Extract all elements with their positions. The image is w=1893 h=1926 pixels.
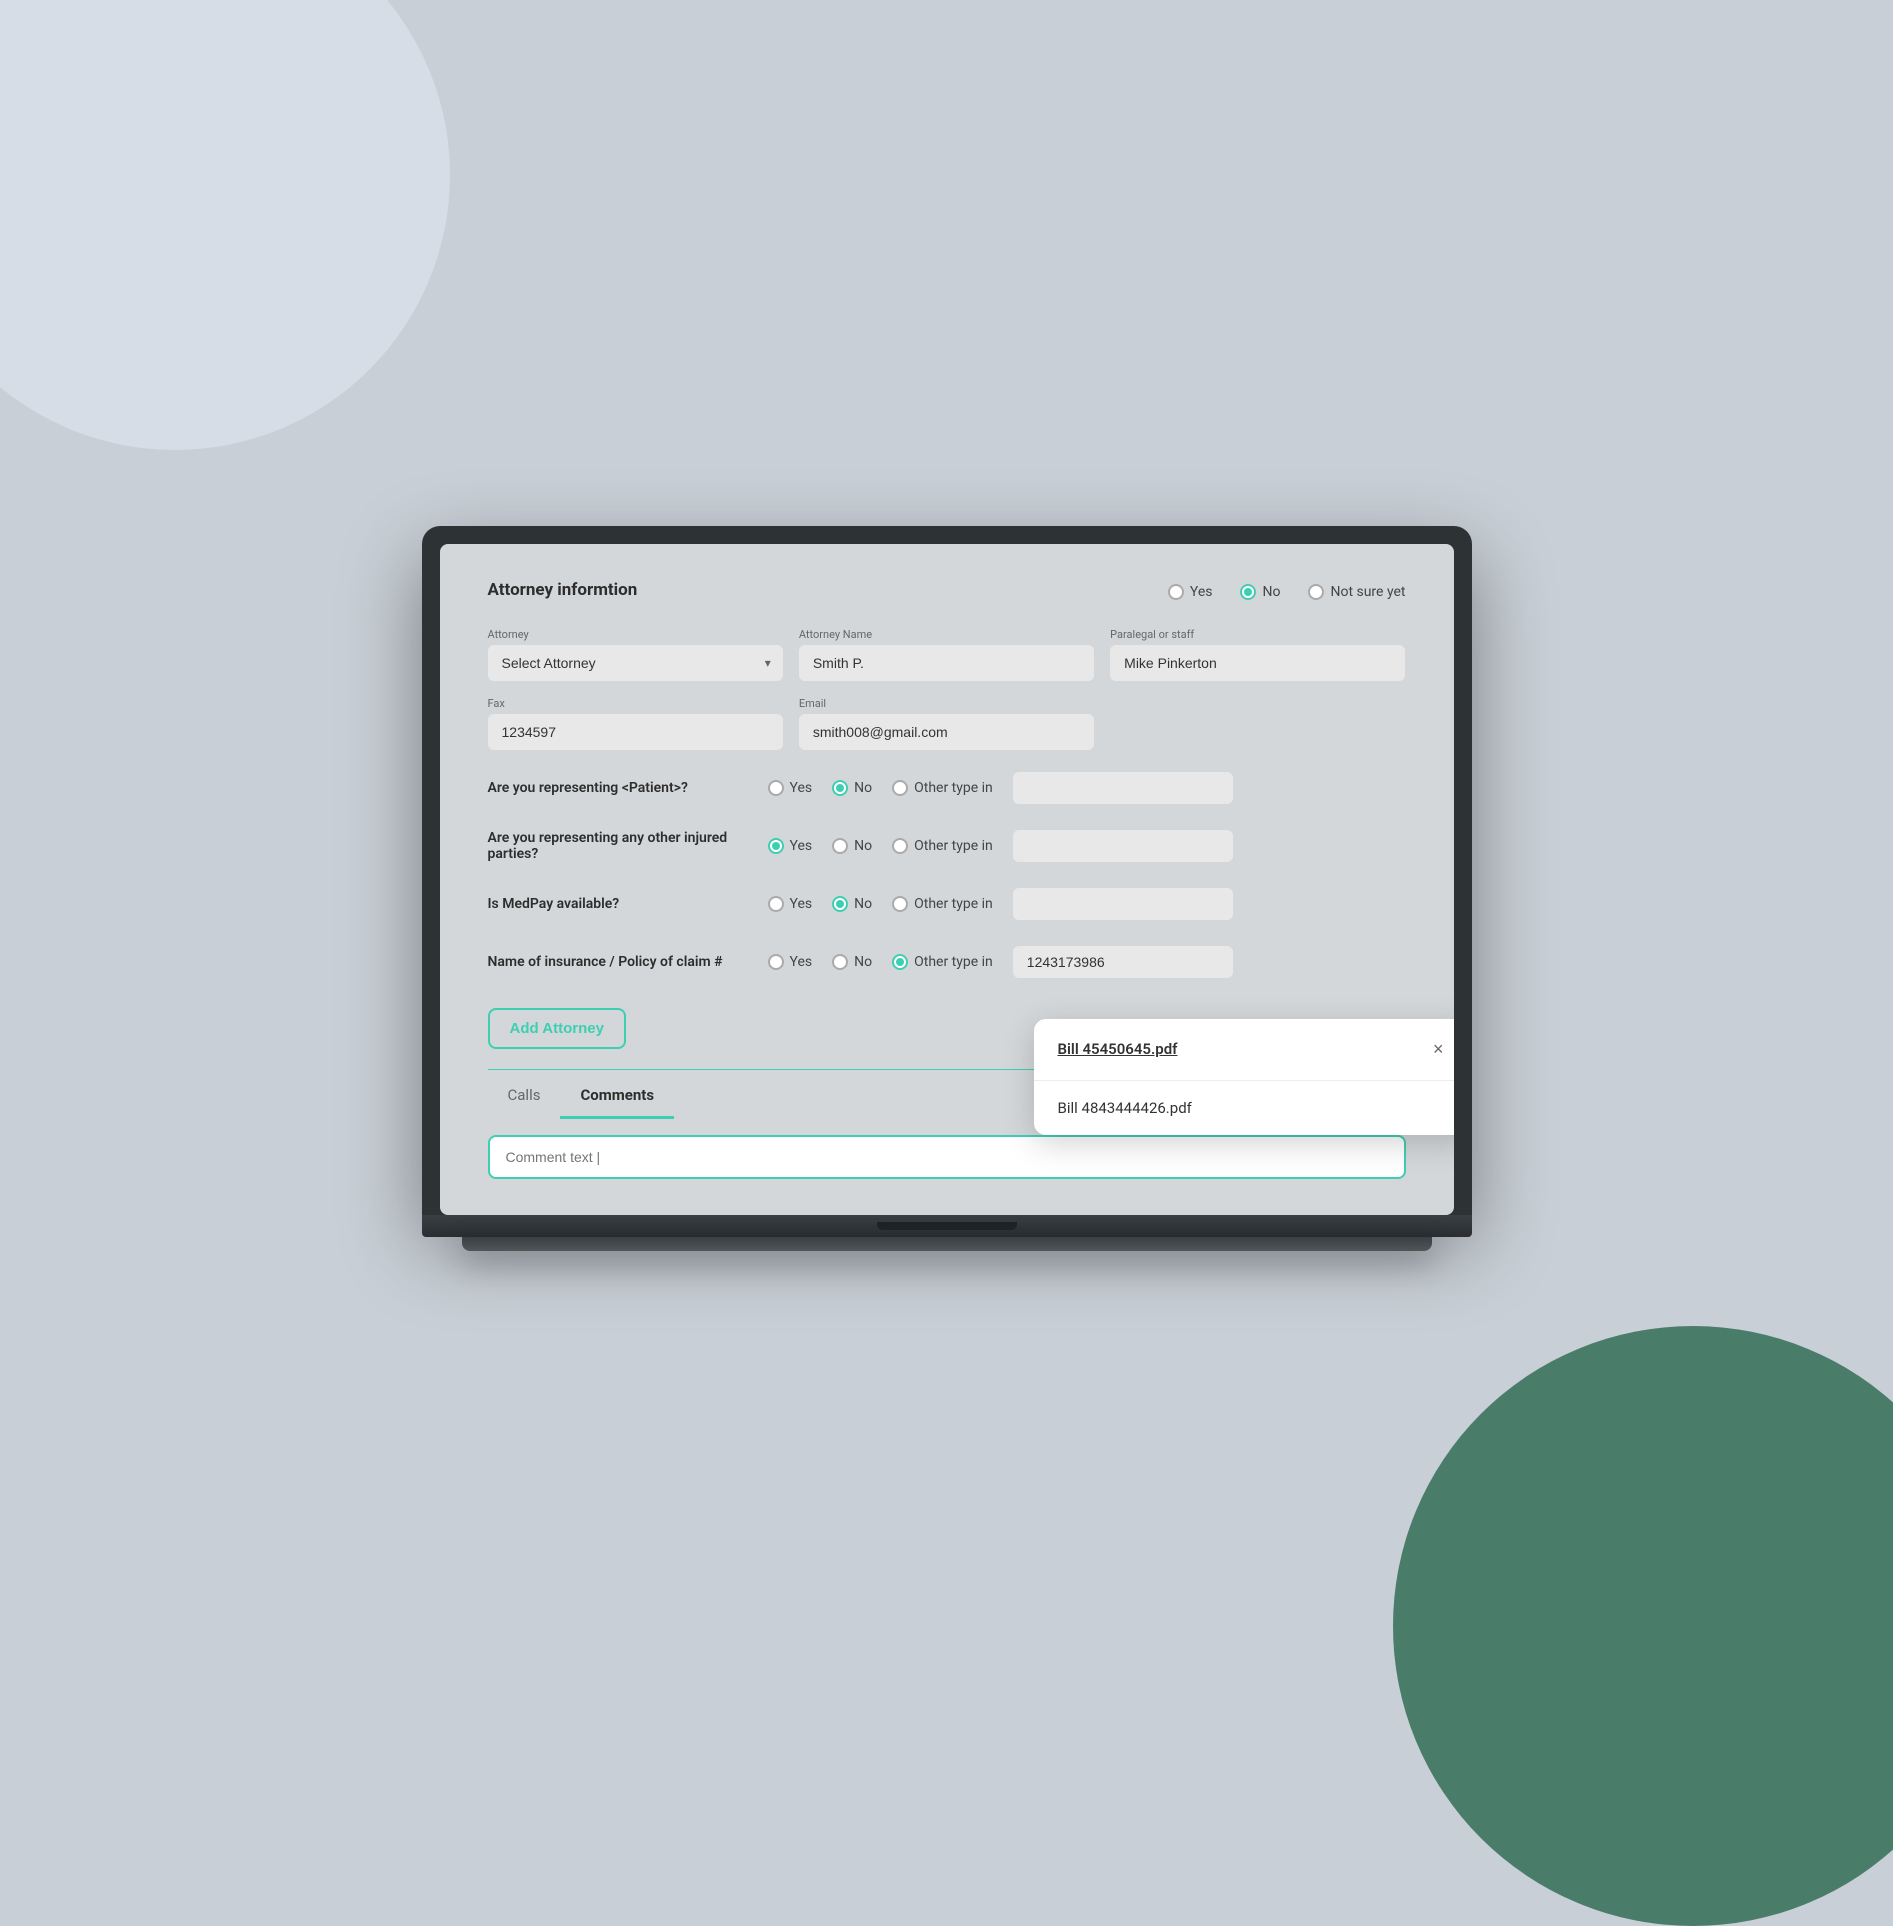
radio-circle-q4-yes: [768, 954, 784, 970]
top-radio-not-sure[interactable]: Not sure yet: [1308, 584, 1405, 600]
question-3-radios: Yes No Other type in: [768, 888, 1406, 920]
q3-radio-no[interactable]: No: [832, 896, 872, 912]
q3-other-input[interactable]: [1013, 888, 1233, 920]
tab-comments[interactable]: Comments: [560, 1074, 674, 1119]
laptop-body: Attorney informtion Yes No Not sure y: [422, 526, 1472, 1215]
q2-other-input[interactable]: [1013, 830, 1233, 862]
q1-radio-yes[interactable]: Yes: [768, 780, 813, 796]
q3-radio-yes[interactable]: Yes: [768, 896, 813, 912]
radio-circle-q1-no: [832, 780, 848, 796]
fax-label: Fax: [488, 697, 783, 710]
question-4-label: Name of insurance / Policy of claim #: [488, 954, 768, 970]
top-radio-group: Yes No Not sure yet: [1168, 584, 1406, 600]
laptop-screen: Attorney informtion Yes No Not sure y: [440, 544, 1454, 1215]
question-row-3: Is MedPay available? Yes No Other typ: [488, 882, 1406, 926]
radio-circle-q4-other: [892, 954, 908, 970]
radio-circle-no: [1240, 584, 1256, 600]
add-attorney-button[interactable]: Add Attorney: [488, 1008, 626, 1049]
paralegal-group: Paralegal or staff: [1110, 628, 1405, 681]
radio-circle-q4-no: [832, 954, 848, 970]
q2-radio-other[interactable]: Other type in: [892, 838, 993, 854]
attorney-label: Attorney: [488, 628, 783, 641]
question-2-radios: Yes No Other type in: [768, 830, 1406, 862]
laptop-hinge: [877, 1222, 1017, 1230]
radio-circle-yes: [1168, 584, 1184, 600]
form-row-2: Fax Email: [488, 697, 1406, 750]
popup-container: Bill 45450645.pdf × Bill 4843444426.pdf: [1034, 1019, 1454, 1135]
bg-circle-green: [1393, 1326, 1893, 1926]
question-3-label: Is MedPay available?: [488, 896, 768, 912]
q4-radio-other[interactable]: Other type in: [892, 954, 993, 970]
paralegal-label: Paralegal or staff: [1110, 628, 1405, 641]
question-4-radios: Yes No Other type in: [768, 946, 1406, 978]
q2-radio-yes[interactable]: Yes: [768, 838, 813, 854]
section-title: Attorney informtion: [488, 580, 638, 600]
radio-circle-q3-no: [832, 896, 848, 912]
popup-card: Bill 45450645.pdf × Bill 4843444426.pdf: [1034, 1019, 1454, 1135]
fax-group: Fax: [488, 697, 783, 750]
email-input[interactable]: [799, 714, 1094, 750]
q4-radio-no[interactable]: No: [832, 954, 872, 970]
attorney-section-header: Attorney informtion Yes No Not sure y: [488, 580, 1406, 604]
top-radio-yes[interactable]: Yes: [1168, 584, 1213, 600]
q1-radio-no[interactable]: No: [832, 780, 872, 796]
radio-circle-q3-yes: [768, 896, 784, 912]
laptop-bottom: [462, 1237, 1432, 1251]
q3-radio-other[interactable]: Other type in: [892, 896, 993, 912]
attorney-select-wrapper: Select Attorney ▾: [488, 645, 783, 681]
attorney-name-group: Attorney Name: [799, 628, 1094, 681]
question-row-2: Are you representing any other injured p…: [488, 824, 1406, 868]
q2-radio-no[interactable]: No: [832, 838, 872, 854]
question-row-4: Name of insurance / Policy of claim # Ye…: [488, 940, 1406, 984]
bg-circle-blue: [0, 0, 450, 450]
question-1-radios: Yes No Other type in: [768, 772, 1406, 804]
attorney-group: Attorney Select Attorney ▾: [488, 628, 783, 681]
attorney-name-input[interactable]: [799, 645, 1094, 681]
email-group: Email: [799, 697, 1094, 750]
radio-circle-q3-other: [892, 896, 908, 912]
radio-circle-q2-yes: [768, 838, 784, 854]
attorney-select[interactable]: Select Attorney: [488, 645, 783, 681]
question-1-label: Are you representing <Patient>?: [488, 780, 768, 796]
email-label: Email: [799, 697, 1094, 710]
popup-item-1[interactable]: Bill 45450645.pdf ×: [1034, 1019, 1454, 1081]
question-row-1: Are you representing <Patient>? Yes No: [488, 766, 1406, 810]
laptop: Attorney informtion Yes No Not sure y: [422, 526, 1472, 1251]
radio-circle-q2-no: [832, 838, 848, 854]
popup-link-1[interactable]: Bill 45450645.pdf: [1058, 1040, 1178, 1058]
radio-circle-q1-other: [892, 780, 908, 796]
comment-input[interactable]: [488, 1135, 1406, 1179]
popup-close-button[interactable]: ×: [1427, 1037, 1450, 1062]
laptop-base: [422, 1215, 1472, 1237]
question-2-label: Are you representing any other injured p…: [488, 830, 768, 862]
q1-radio-other[interactable]: Other type in: [892, 780, 993, 796]
tab-calls[interactable]: Calls: [488, 1074, 561, 1119]
radio-circle-q2-other: [892, 838, 908, 854]
radio-circle-q1-yes: [768, 780, 784, 796]
paralegal-input[interactable]: [1110, 645, 1405, 681]
q1-other-input[interactable]: [1013, 772, 1233, 804]
form-row-1: Attorney Select Attorney ▾ Attorney Name: [488, 628, 1406, 681]
popup-text-2: Bill 4843444426.pdf: [1058, 1099, 1192, 1117]
radio-circle-not-sure: [1308, 584, 1324, 600]
q4-radio-yes[interactable]: Yes: [768, 954, 813, 970]
top-radio-no[interactable]: No: [1240, 584, 1280, 600]
q4-other-input[interactable]: [1013, 946, 1233, 978]
popup-item-2[interactable]: Bill 4843444426.pdf: [1034, 1081, 1454, 1135]
empty-spacer: [1110, 697, 1405, 750]
fax-input[interactable]: [488, 714, 783, 750]
attorney-name-label: Attorney Name: [799, 628, 1094, 641]
